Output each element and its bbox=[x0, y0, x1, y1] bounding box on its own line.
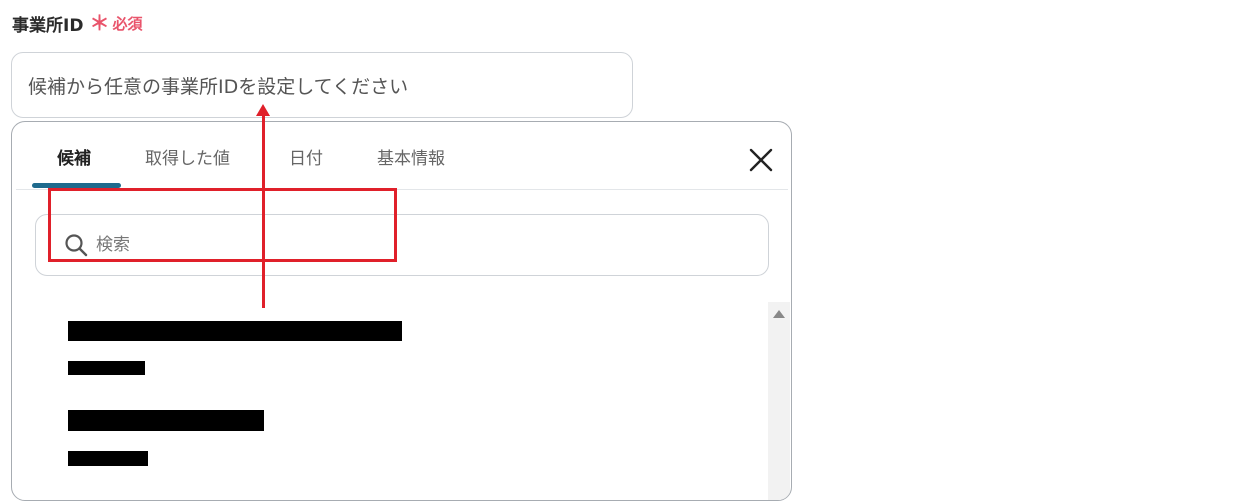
close-button[interactable] bbox=[744, 143, 778, 177]
candidate-item[interactable] bbox=[12, 397, 752, 487]
tab-candidates[interactable]: 候補 bbox=[57, 144, 91, 174]
required-badge: ＊ 必須 bbox=[89, 13, 142, 34]
annotation-highlight-box bbox=[48, 188, 397, 262]
field-label-text: 事業所ID bbox=[12, 15, 84, 36]
candidate-item[interactable] bbox=[12, 307, 752, 387]
scroll-up-arrow-icon[interactable] bbox=[773, 310, 785, 318]
tab-date[interactable]: 日付 bbox=[289, 144, 323, 174]
redacted-id bbox=[68, 451, 148, 466]
required-star: ＊ bbox=[89, 11, 110, 35]
office-id-placeholder: 候補から任意の事業所IDを設定してください bbox=[28, 75, 409, 98]
tab-fetched-values[interactable]: 取得した値 bbox=[145, 144, 230, 174]
tab-bar: 候補 取得した値 日付 基本情報 bbox=[16, 122, 788, 190]
close-icon bbox=[749, 148, 773, 172]
required-text: 必須 bbox=[112, 14, 143, 33]
redacted-id bbox=[68, 361, 145, 375]
tab-basic-info[interactable]: 基本情報 bbox=[377, 144, 445, 174]
office-id-input[interactable]: 候補から任意の事業所IDを設定してください bbox=[11, 52, 633, 118]
field-label: 事業所ID ＊ 必須 bbox=[12, 8, 142, 38]
redacted-title bbox=[68, 321, 402, 341]
annotation-arrow-line bbox=[262, 112, 265, 308]
annotation-arrow-head-icon bbox=[256, 104, 270, 116]
candidate-panel: 候補 取得した値 日付 基本情報 bbox=[11, 121, 792, 501]
scrollbar[interactable] bbox=[768, 302, 790, 500]
redacted-title bbox=[68, 410, 264, 431]
